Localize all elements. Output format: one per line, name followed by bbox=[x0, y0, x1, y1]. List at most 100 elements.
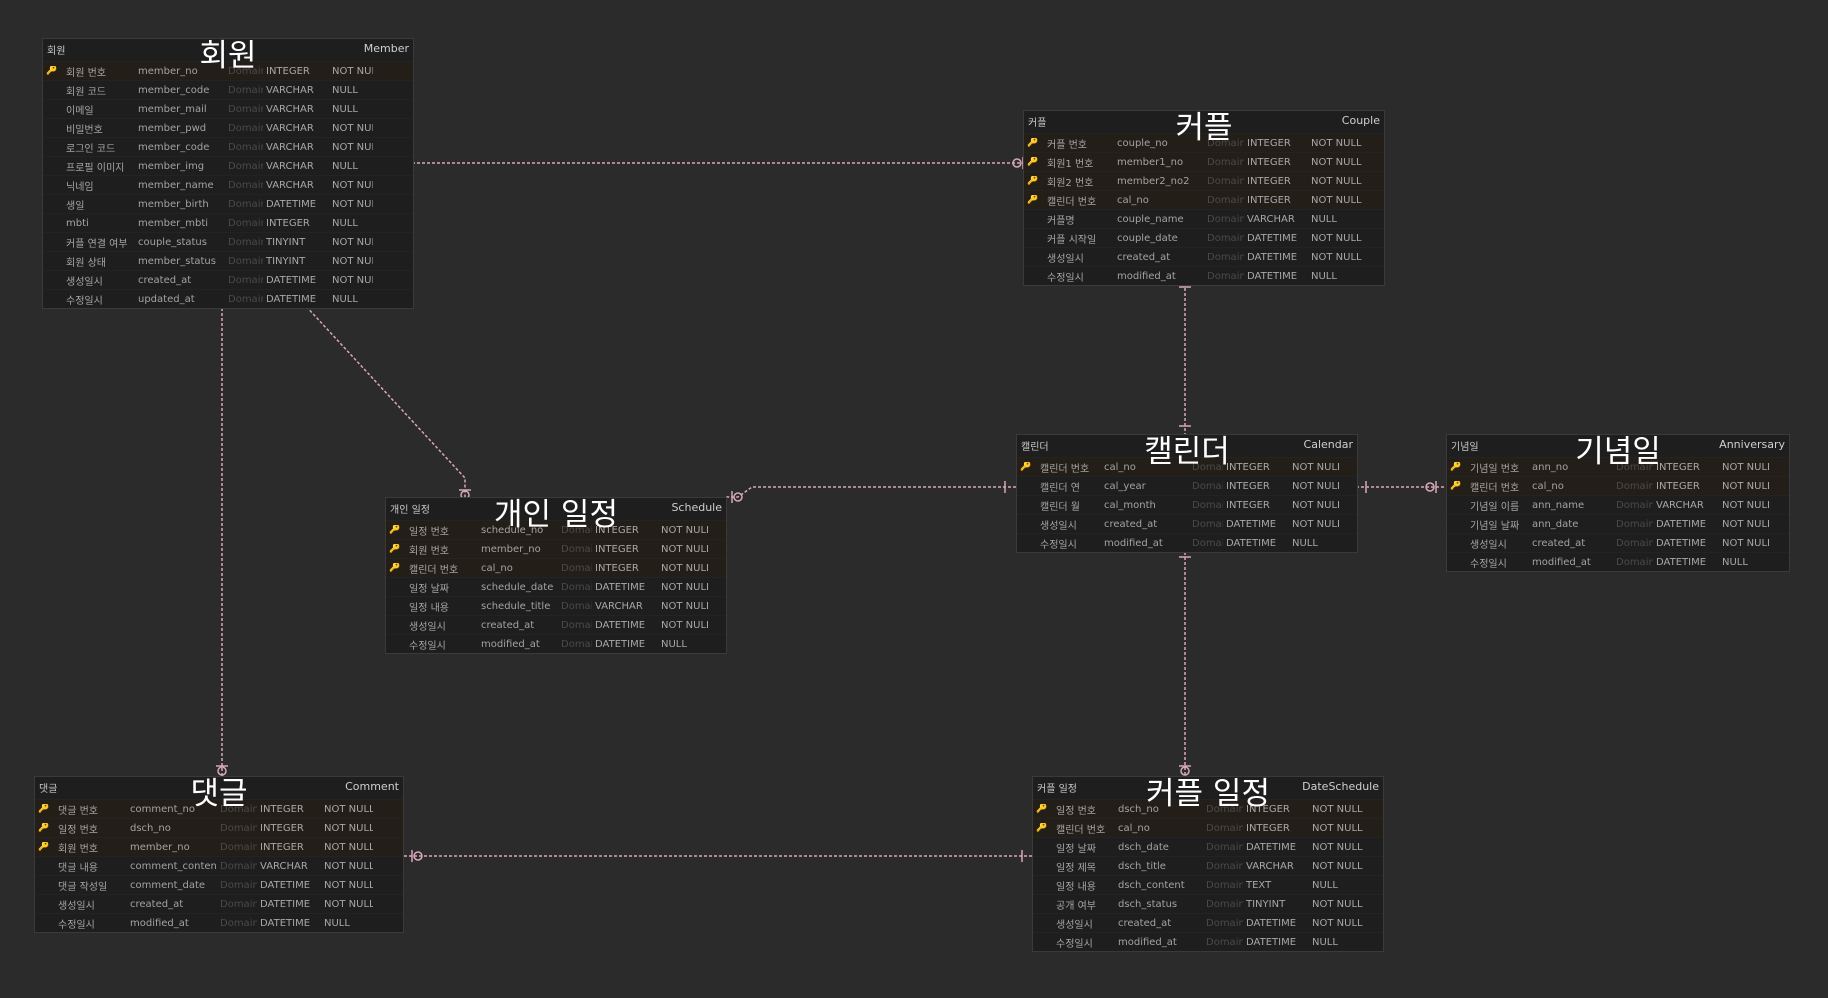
column-physical-name: member_no bbox=[130, 841, 190, 853]
column-logical-name: 회원 번호 bbox=[58, 843, 98, 855]
entity-logical-name: 개인 일정 bbox=[390, 505, 430, 516]
column-row[interactable]: 일정 날짜 schedule_date DomainDATETIME NOT NULL bbox=[386, 577, 726, 596]
column-type: INTEGER bbox=[1247, 194, 1291, 206]
column-row[interactable]: 캘린더 월 cal_month DomainINTEGER NOT NULL bbox=[1017, 495, 1357, 514]
column-type: DATETIME bbox=[266, 274, 317, 286]
column-row[interactable]: 수정일시 modified_at DomainDATETIME NULL bbox=[386, 634, 726, 653]
column-row[interactable]: 일정 제목 dsch_title Domain VARCHAR NOT NULL bbox=[1033, 856, 1383, 875]
column-row[interactable]: 생성일시 created_at DomainDATETIME NOT NULL bbox=[1033, 913, 1383, 932]
column-row[interactable]: 🔑 캘린더 번호 cal_no DomainINTEGER NOT NULL bbox=[386, 558, 726, 577]
column-row[interactable]: 로그인 코드 member_code DomainVARCHAR NOT NULL bbox=[43, 137, 413, 156]
column-logical-name: 캘린더 연 bbox=[1040, 482, 1080, 494]
entity-dateschedule[interactable]: 커플 일정 DateSchedule 커플 일정 🔑 일정 번호 dsch_no Domai… bbox=[1032, 776, 1384, 952]
entity-schedule[interactable]: 개인 일정 Schedule 개인 일정 🔑 일정 번호 schedule_no Doma i… bbox=[385, 497, 727, 654]
column-physical-name: comment_content bbox=[130, 860, 217, 872]
column-physical-name: member_no bbox=[138, 65, 198, 77]
key-icon: 🔑 bbox=[1450, 462, 1462, 472]
column-row[interactable]: 비밀번호 member_pwd DomainVARCHAR NOT NULL bbox=[43, 118, 413, 137]
column-physical-name: member_mbti bbox=[138, 217, 209, 229]
column-physical-name: dsch_no bbox=[130, 822, 171, 834]
column-logical-name: 기념일 날짜 bbox=[1470, 520, 1520, 532]
column-row[interactable]: 수정일시 modified_at DomainDATETIME NULL bbox=[1024, 266, 1384, 285]
column-row[interactable]: 🔑 회원 번호 member_no DomainINTEGER NOT NULL bbox=[43, 61, 413, 80]
column-row[interactable]: 커플 연결 여부 couple_status Domain TINYINT NOT NU… bbox=[43, 232, 413, 251]
column-logical-name: 커플명 bbox=[1047, 215, 1075, 227]
column-row[interactable]: 🔑 회원2 번호 member2_no2 Domain INTEGER NOT NULL bbox=[1024, 171, 1384, 190]
relationship-line bbox=[725, 486, 1016, 498]
column-row[interactable]: 회원 상태 member_status DomainTINYINT NOT NULL bbox=[43, 251, 413, 270]
column-row[interactable]: 프로필 이미지 member_img Domain VARCHAR NULL bbox=[43, 156, 413, 175]
column-domain: Domain bbox=[1206, 936, 1243, 948]
column-row[interactable]: 일정 내용 schedule_title DomainVARCHAR NOT NULL bbox=[386, 596, 726, 615]
column-logical-name: 캘린더 번호 bbox=[409, 564, 459, 576]
column-row[interactable]: 🔑 캘린더 번호 cal_no DomainINTEGER NOT NULL bbox=[1447, 476, 1789, 495]
column-row[interactable]: 회원 코드 member_code Domain VARCHAR NULL bbox=[43, 80, 413, 99]
column-row[interactable]: 기념일 날짜 ann_date Domain DATETIME NOT NULL bbox=[1447, 514, 1789, 533]
column-row[interactable]: 🔑 일정 번호 dsch_no Domain INTEGER NOT NULL bbox=[35, 818, 403, 837]
column-row[interactable]: 🔑 일정 번호 dsch_no Domain INTEGER NOT NULL bbox=[1033, 799, 1383, 818]
column-row[interactable]: 일정 날짜 dsch_date Domain DATETIME NOT NULL bbox=[1033, 837, 1383, 856]
column-row[interactable]: 🔑 커플 번호 couple_no Domain INTEGER NOT NULL bbox=[1024, 133, 1384, 152]
column-physical-name: cal_year bbox=[1104, 480, 1146, 492]
column-row[interactable]: 🔑 캘린더 번호 cal_no DomainINTEGER NOT NULL bbox=[1024, 190, 1384, 209]
column-domain: Domain bbox=[1192, 518, 1223, 530]
column-row[interactable]: 🔑 회원 번호 member_no DomainINTEGER NOT NULL bbox=[35, 837, 403, 856]
column-physical-name: cal_no bbox=[1117, 194, 1149, 206]
column-type: DATETIME bbox=[260, 879, 311, 891]
column-type: VARCHAR bbox=[266, 122, 314, 134]
column-row[interactable]: 🔑 캘린더 번호 cal_no DomainINTEGER NOT NULL bbox=[1033, 818, 1383, 837]
column-row[interactable]: 수정일시 modified_at DomainDATETIME NULL bbox=[1017, 533, 1357, 552]
column-row[interactable]: 캘린더 연 cal_year DomainINTEGER NOT NULL bbox=[1017, 476, 1357, 495]
column-row[interactable]: 댓글 내용 comment_content Domain VARCHAR NOT NUL… bbox=[35, 856, 403, 875]
column-row[interactable]: 일정 내용 dsch_content Domain TEXT NULL bbox=[1033, 875, 1383, 894]
entity-physical-name: Comment bbox=[345, 780, 399, 793]
entity-physical-name: Calendar bbox=[1303, 438, 1353, 451]
column-type: DATETIME bbox=[1246, 936, 1297, 948]
column-type: DATETIME bbox=[595, 638, 646, 650]
column-domain: Domain bbox=[1192, 480, 1223, 492]
column-row[interactable]: 생성일시 created_at DomainDATETIME NOT NULL bbox=[35, 894, 403, 913]
column-row[interactable]: 닉네임 member_name DomainVARCHAR NOT NULL bbox=[43, 175, 413, 194]
column-row[interactable]: 🔑 기념일 번호 ann_no Domain INTEGER NOT NULL bbox=[1447, 457, 1789, 476]
column-row[interactable]: mbti member_mbti Domain INTEGER NULL bbox=[43, 213, 413, 232]
column-physical-name: ann_no bbox=[1532, 461, 1569, 473]
entity-physical-name: Anniversary bbox=[1719, 438, 1785, 451]
column-row[interactable]: 생성일시 created_at DomainDATETIME NOT NULL bbox=[1024, 247, 1384, 266]
column-logical-name: 닉네임 bbox=[66, 181, 94, 193]
column-type: TEXT bbox=[1246, 879, 1272, 891]
column-physical-name: created_at bbox=[138, 274, 192, 286]
entity-anniversary[interactable]: 기념일 Anniversary 기념일 🔑 기념일 번호 ann_no Domain INTE… bbox=[1446, 434, 1790, 572]
column-row[interactable]: 🔑 일정 번호 schedule_no DomainINTEGER NOT NULL bbox=[386, 520, 726, 539]
column-row[interactable]: 기념일 이름 ann_name Domain VARCHAR NOT NULL bbox=[1447, 495, 1789, 514]
column-row[interactable]: 생성일시 created_at DomainDATETIME NOT NULL bbox=[1017, 514, 1357, 533]
column-row[interactable]: 커플명 couple_name Domain VARCHAR NULL bbox=[1024, 209, 1384, 228]
column-row[interactable]: 🔑 댓글 번호 comment_no Domain INTEGER NOT NULL bbox=[35, 799, 403, 818]
column-row[interactable]: 댓글 작성일 comment_date Domain DATETIME NOT NULL bbox=[35, 875, 403, 894]
column-row[interactable]: 생성일시 created_at DomainDATETIME NOT NULL bbox=[386, 615, 726, 634]
entity-comment[interactable]: 댓글 Comment 댓글 🔑 댓글 번호 comment_no Domain INTEGER… bbox=[34, 776, 404, 933]
entity-couple[interactable]: 커플 Couple 커플 🔑 커플 번호 couple_no Domain INTEGER NO… bbox=[1023, 110, 1385, 286]
column-type: TINYINT bbox=[266, 255, 306, 267]
column-row[interactable]: 생성일시 created_at DomainDATETIME NOT NULL bbox=[43, 270, 413, 289]
column-row[interactable]: 수정일시 modified_at DomainDATETIME NULL bbox=[1033, 932, 1383, 951]
column-row[interactable]: 수정일시 updated_at Domain DATETIME NULL bbox=[43, 289, 413, 308]
entity-member[interactable]: 회원 Member 회원 🔑 회원 번호 member_no Domain INTEGER NO… bbox=[42, 38, 414, 309]
entity-physical-name: Member bbox=[363, 42, 409, 55]
column-physical-name: cal_month bbox=[1104, 499, 1156, 511]
column-physical-name: created_at bbox=[1532, 537, 1586, 549]
column-row[interactable]: 🔑 캘린더 번호 cal_no DomainINTEGER NOT NULL bbox=[1017, 457, 1357, 476]
entity-calendar[interactable]: 캘린더Calendar캘린더🔑캘린더 번호cal_noDomainINTEGER… bbox=[1016, 434, 1358, 553]
column-physical-name: schedule_title bbox=[481, 600, 551, 612]
column-row[interactable]: 커플 시작일 couple_date Domain DATETIME NOT NULL bbox=[1024, 228, 1384, 247]
column-row[interactable]: 🔑 회원1 번호 member1_no Domain INTEGER NOT NULL bbox=[1024, 152, 1384, 171]
column-row[interactable]: 생일 member_birth DomainDATETIME NOT NULL bbox=[43, 194, 413, 213]
column-logical-name: 일정 날짜 bbox=[409, 583, 449, 595]
column-domain: Domain bbox=[1616, 518, 1653, 530]
column-row[interactable]: 수정일시 modified_at DomainDATETIME NULL bbox=[1447, 552, 1789, 571]
column-row[interactable]: 생성일시 created_at DomainDATETIME NOT NULL bbox=[1447, 533, 1789, 552]
column-row[interactable]: 이메일 member_mail Domain VARCHAR NULL bbox=[43, 99, 413, 118]
column-type: VARCHAR bbox=[1247, 213, 1295, 225]
column-row[interactable]: 수정일시 modified_at DomainDATETIME NULL bbox=[35, 913, 403, 932]
column-row[interactable]: 공개 여부 dsch_status Domain TINYINT NOT NULL bbox=[1033, 894, 1383, 913]
column-row[interactable]: 🔑 회원 번호 member_no DomainINTEGER NOT NULL bbox=[386, 539, 726, 558]
